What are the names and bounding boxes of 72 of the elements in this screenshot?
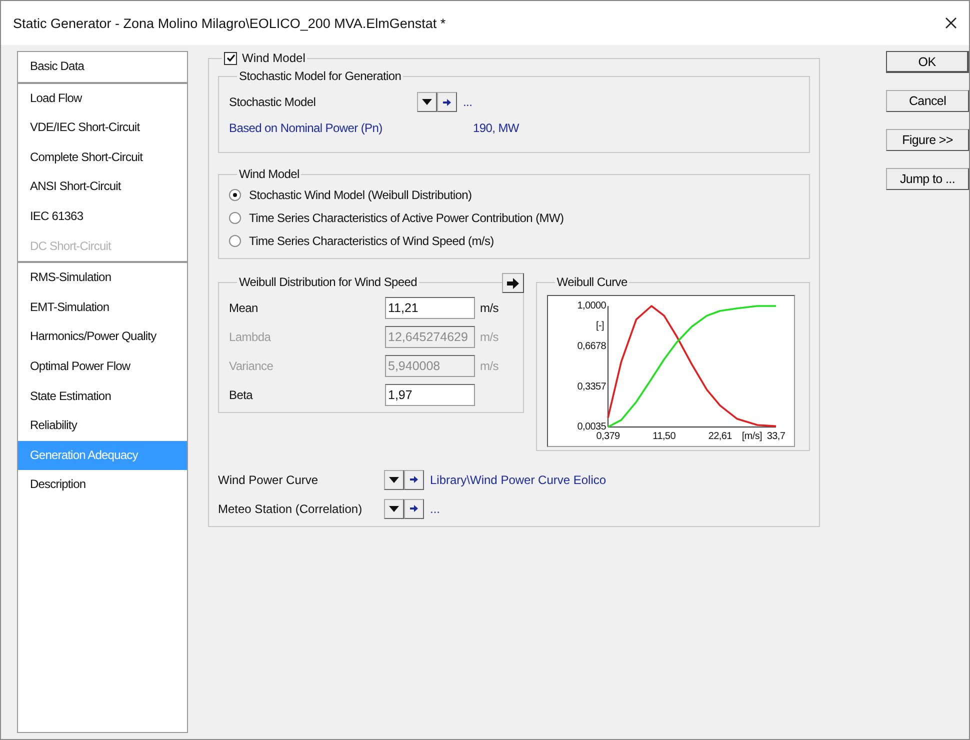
dialog-button[interactable]: Cancel — [886, 90, 969, 112]
field-label: Stochastic Model — [229, 95, 317, 109]
input-field[interactable]: 1,97 — [385, 384, 475, 406]
sidebar-item[interactable]: VDE/IEC Short-Circuit — [18, 113, 187, 143]
tick-label: 0,379 — [596, 431, 620, 442]
arrow-icon — [443, 98, 451, 106]
radio-button[interactable] — [229, 234, 241, 246]
unit-label: m/s — [480, 330, 498, 344]
group-title: Wind Model — [238, 167, 300, 181]
tick-label: 0,0035 — [576, 422, 606, 433]
caret-icon — [389, 506, 399, 512]
sidebar-item[interactable]: Optimal Power Flow — [18, 352, 187, 382]
group-title: Stochastic Model for Generation — [238, 69, 402, 83]
arrow-icon — [410, 505, 418, 512]
dialog-button[interactable]: Jump to ... — [886, 168, 969, 190]
reference-link[interactable]: Library\Wind Power Curve Eolico — [430, 472, 606, 486]
dropdown-button[interactable] — [384, 498, 404, 518]
radio-label: Time Series Characteristics of Wind Speed (m/s) — [249, 234, 494, 248]
sidebar-item[interactable]: Basic Data — [18, 52, 187, 82]
dropdown-button[interactable] — [417, 92, 437, 112]
caret-icon — [422, 99, 432, 105]
tick-label: 1,0000 — [576, 300, 606, 312]
axis-label: [m/s] — [742, 431, 762, 442]
field-label: Based on Nominal Power (Pn) — [229, 121, 384, 135]
tick-label: 0,3357 — [576, 381, 606, 392]
arrow-icon — [506, 278, 519, 288]
unit-label: m/s — [480, 358, 498, 372]
sidebar-item[interactable]: ANSI Short-Circuit — [18, 172, 187, 202]
jump-button[interactable] — [437, 92, 457, 112]
jump-button[interactable] — [404, 470, 424, 490]
unit-label: m/s — [480, 300, 498, 314]
sidebar-item[interactable]: Description — [18, 470, 187, 500]
radio-label: Stochastic Wind Model (Weibull Distribution) — [249, 188, 472, 202]
arrow-icon — [410, 476, 418, 483]
tick-label: 22,61 — [708, 431, 732, 442]
input-field[interactable]: 11,21 — [385, 296, 475, 318]
window-title: Static Generator - Zona Molino Milagro\EOLICO_200 MVA.ElmGenstat * — [13, 16, 446, 30]
field-label: Lambda — [229, 330, 272, 344]
field-label: Mean — [229, 300, 259, 314]
tick-label: 0,6678 — [576, 340, 606, 352]
checkbox-label: Wind Model — [242, 51, 306, 65]
sidebar-item[interactable]: Load Flow — [18, 84, 187, 114]
sidebar-item[interactable]: RMS-Simulation — [18, 263, 187, 293]
group-title: Weibull Curve — [556, 275, 628, 289]
group-title: Weibull Distribution for Wind Speed — [238, 275, 418, 289]
checkbox[interactable] — [224, 52, 237, 64]
sidebar-item[interactable]: Complete Short-Circuit — [18, 142, 187, 172]
field-label: Wind Power Curve — [218, 472, 320, 486]
sidebar-item[interactable]: State Estimation — [18, 382, 187, 412]
field-label: Variance — [229, 358, 274, 372]
field-value: 190, MW — [473, 121, 519, 135]
field-label: Beta — [229, 388, 254, 402]
dialog-button[interactable]: OK — [886, 51, 969, 73]
axis-label: [-] — [596, 320, 604, 332]
reference-value[interactable]: ... — [463, 95, 472, 109]
radio-button[interactable] — [229, 212, 241, 224]
sidebar-item[interactable]: EMT-Simulation — [18, 292, 187, 322]
close-icon[interactable] — [945, 17, 957, 29]
reference-link[interactable]: ... — [430, 502, 440, 516]
tick-label: 11,50 — [652, 431, 676, 442]
sidebar-item[interactable]: IEC 61363 — [18, 202, 187, 232]
field-label: Meteo Station (Correlation) — [218, 502, 364, 516]
radio-label: Time Series Characteristics of Active Power Contribution (MW) — [249, 210, 564, 224]
sidebar-item[interactable]: Reliability — [18, 411, 187, 441]
sidebar-item[interactable]: Harmonics/Power Quality — [18, 322, 187, 352]
tick-label: 33,7 — [766, 431, 785, 442]
jump-button[interactable] — [502, 273, 524, 293]
jump-button[interactable] — [404, 498, 424, 518]
radio-button[interactable] — [229, 188, 241, 200]
dialog-button[interactable]: Figure >> — [886, 129, 969, 151]
caret-icon — [389, 476, 399, 482]
dropdown-button[interactable] — [384, 470, 404, 490]
